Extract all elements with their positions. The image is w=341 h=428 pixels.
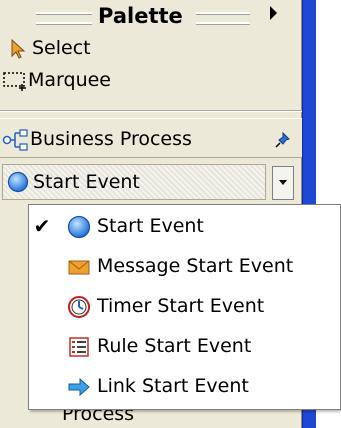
chevron-down-icon [279,180,287,185]
menu-item-label: Timer Start Event [97,295,265,317]
tool-marquee-label: Marquee [28,69,111,91]
start-event-icon [7,171,29,193]
palette-separator [0,110,302,112]
tool-select[interactable]: Select [0,32,302,64]
header-grip-right [196,12,250,24]
menu-item-label: Link Start Event [97,375,249,397]
start-event-dropdown-menu: ✔ Start Event Message Start Event Timer … [28,204,341,410]
start-event-combo[interactable]: Start Event [0,160,302,204]
menu-item-start-event[interactable]: ✔ Start Event [29,207,340,245]
tool-marquee[interactable]: Marquee [0,64,302,96]
menu-item-message-start-event[interactable]: Message Start Event [29,247,340,285]
drawer-label: Business Process [30,128,192,150]
drawer-business-process[interactable]: Business Process [0,118,302,158]
timer-icon [67,295,91,319]
menu-item-rule-start-event[interactable]: Rule Start Event [29,327,340,365]
collapse-arrow-icon[interactable] [270,6,277,20]
menu-item-timer-start-event[interactable]: Timer Start Event [29,287,340,325]
arrow-pointer-icon [8,38,32,59]
process-tree-icon [2,129,28,151]
palette-header[interactable]: Palette [0,0,302,32]
tool-select-label: Select [32,37,91,59]
envelope-icon [67,255,91,279]
menu-item-label: Rule Start Event [97,335,252,357]
combo-field[interactable]: Start Event [2,164,266,200]
menu-item-link-start-event[interactable]: Link Start Event [29,367,340,405]
pin-icon[interactable] [274,131,292,149]
link-arrow-icon [67,375,91,399]
combo-selected-label: Start Event [33,171,140,193]
drawer-row: Business Process [0,123,302,155]
menu-item-label: Message Start Event [97,255,294,277]
palette-title: Palette [98,4,183,28]
rule-list-icon [67,335,91,359]
start-event-icon [67,215,91,239]
marquee-icon [2,70,26,91]
menu-item-label: Start Event [97,215,204,237]
check-icon: ✔ [33,214,51,238]
combo-dropdown-button[interactable] [272,166,294,200]
header-grip-left [36,12,92,24]
